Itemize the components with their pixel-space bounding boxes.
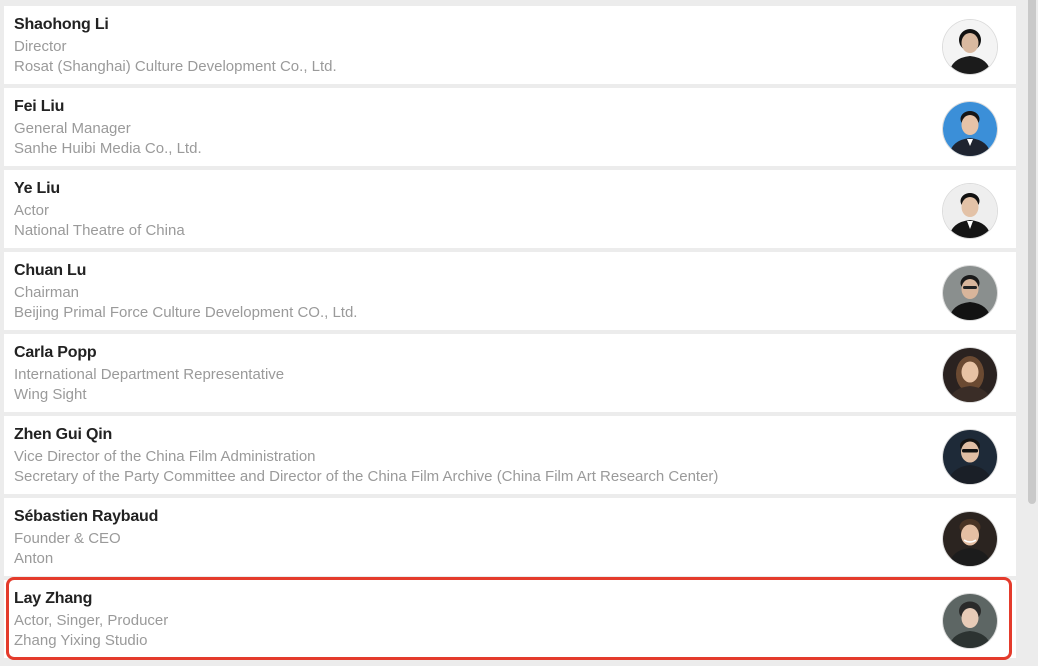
list-item[interactable]: Lay Zhang Actor, Singer, Producer Zhang … [4,580,1016,658]
person-name: Chuan Lu [14,262,87,279]
person-title: General Manager [14,120,131,137]
avatar-image [943,20,997,74]
person-name: Shaohong Li [14,16,109,33]
scrollbar-thumb[interactable] [1028,0,1036,504]
list-item[interactable]: Shaohong Li Director Rosat (Shanghai) Cu… [4,6,1016,84]
avatar[interactable] [943,430,997,484]
avatar-image [943,102,997,156]
person-organization: Secretary of the Party Committee and Dir… [14,468,719,485]
list-item[interactable]: Zhen Gui Qin Vice Director of the China … [4,416,1016,494]
person-title: Chairman [14,284,80,301]
avatar[interactable] [943,348,997,402]
avatar-image [943,430,997,484]
person-title: Vice Director of the China Film Administ… [14,448,316,465]
person-organization: Anton [14,550,54,567]
person-organization: Zhang Yixing Studio [14,632,148,649]
avatar-image [943,266,997,320]
avatar-image [943,348,997,402]
avatar-image [943,512,997,566]
avatar[interactable] [943,594,997,648]
avatar[interactable] [943,266,997,320]
list-item[interactable]: Ye Liu Actor National Theatre of China [4,170,1016,248]
avatar-image [943,184,997,238]
person-organization: Sanhe Huibi Media Co., Ltd. [14,140,202,157]
person-title: Founder & CEO [14,530,121,547]
person-organization: National Theatre of China [14,222,185,239]
person-name: Ye Liu [14,180,60,197]
person-title: Director [14,38,67,55]
list-item[interactable]: Chuan Lu Chairman Beijing Primal Force C… [4,252,1016,330]
person-name: Zhen Gui Qin [14,426,113,443]
person-title: Actor [14,202,50,219]
person-name: Fei Liu [14,98,65,115]
list-item[interactable]: Fei Liu General Manager Sanhe Huibi Medi… [4,88,1016,166]
list-item[interactable]: Sébastien Raybaud Founder & CEO Anton [4,498,1016,576]
avatar[interactable] [943,20,997,74]
person-name: Sébastien Raybaud [14,508,159,525]
avatar[interactable] [943,512,997,566]
person-organization: Rosat (Shanghai) Culture Development Co.… [14,58,337,75]
person-name: Carla Popp [14,344,97,361]
person-title: Actor, Singer, Producer [14,612,169,629]
list-item[interactable]: Carla Popp International Department Repr… [4,334,1016,412]
avatar-image [943,594,997,648]
speaker-list: Shaohong Li Director Rosat (Shanghai) Cu… [4,6,1016,666]
person-name: Lay Zhang [14,590,93,607]
person-organization: Beijing Primal Force Culture Development… [14,304,358,321]
avatar[interactable] [943,102,997,156]
avatar[interactable] [943,184,997,238]
person-title: International Department Representative [14,366,285,383]
person-organization: Wing Sight [14,386,87,403]
